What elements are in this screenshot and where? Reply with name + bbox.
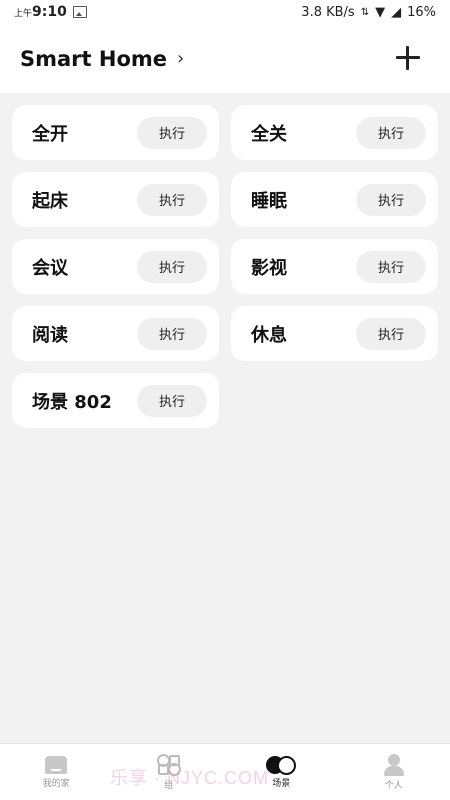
- home-icon: [45, 755, 68, 774]
- status-bar: 上午 9:10 3.8 KB/s ⇅ ▼ ◢ 16%: [0, 0, 450, 24]
- nav-item-home[interactable]: 我的家: [0, 744, 113, 800]
- execute-button[interactable]: 执行: [356, 317, 426, 350]
- scene-name: 睡眠: [251, 190, 287, 212]
- scene-card[interactable]: 场景 802 执行: [12, 373, 219, 428]
- nav-item-scene[interactable]: 场景: [225, 744, 338, 800]
- app-root: 上午 9:10 3.8 KB/s ⇅ ▼ ◢ 16% Smart Home › …: [0, 0, 450, 800]
- execute-button[interactable]: 执行: [137, 183, 207, 216]
- scene-card[interactable]: 全开 执行: [12, 105, 219, 160]
- scene-card[interactable]: 起床 执行: [12, 172, 219, 227]
- scene-card[interactable]: 阅读 执行: [12, 306, 219, 361]
- execute-button[interactable]: 执行: [137, 250, 207, 283]
- scene-name: 场景 802: [32, 391, 112, 413]
- scene-list: 全开 执行 全关 执行 起床 执行 睡眠 执行 会议 执行 影视 执行 阅读 执…: [12, 105, 438, 428]
- add-scene-button[interactable]: [394, 44, 422, 72]
- execute-button[interactable]: 执行: [356, 250, 426, 283]
- scene-name: 会议: [32, 257, 68, 279]
- data-transfer-icon: ⇅: [360, 6, 370, 18]
- scene-card[interactable]: 影视 执行: [231, 239, 438, 294]
- scene-icon: [266, 755, 297, 775]
- chevron-right-icon: ›: [177, 48, 185, 69]
- scene-card[interactable]: 睡眠 执行: [231, 172, 438, 227]
- signal-icon: ◢: [391, 4, 402, 20]
- execute-button[interactable]: 执行: [137, 384, 207, 417]
- person-icon: [383, 753, 405, 776]
- battery-level: 16%: [407, 4, 436, 20]
- network-speed: 3.8 KB/s: [301, 4, 355, 20]
- scene-name: 全关: [251, 123, 287, 145]
- group-icon: [156, 753, 181, 776]
- nav-item-profile[interactable]: 个人: [338, 744, 450, 800]
- scene-card[interactable]: 会议 执行: [12, 239, 219, 294]
- scene-name: 休息: [251, 324, 287, 346]
- execute-button[interactable]: 执行: [137, 317, 207, 350]
- scene-name: 全开: [32, 123, 68, 145]
- scene-name: 影视: [251, 257, 287, 279]
- gallery-icon: [72, 6, 87, 18]
- wifi-icon: ▼: [375, 4, 386, 20]
- nav-label: 组: [164, 780, 174, 791]
- execute-button[interactable]: 执行: [137, 116, 207, 149]
- scene-name: 阅读: [32, 324, 68, 346]
- status-right: 3.8 KB/s ⇅ ▼ ◢ 16%: [301, 5, 436, 20]
- execute-button[interactable]: 执行: [356, 116, 426, 149]
- status-time: 9:10: [32, 4, 67, 20]
- header: Smart Home ›: [0, 24, 450, 93]
- scene-name: 起床: [32, 190, 68, 212]
- page-title: Smart Home: [20, 46, 168, 71]
- nav-item-group[interactable]: 组: [113, 744, 226, 800]
- status-time-prefix: 上午: [14, 8, 33, 19]
- nav-label: 个人: [384, 780, 403, 791]
- nav-label: 场景: [272, 778, 291, 789]
- scene-card[interactable]: 休息 执行: [231, 306, 438, 361]
- bottom-nav: 我的家 组 场景 个人: [0, 743, 450, 800]
- nav-label: 我的家: [42, 778, 70, 789]
- status-left: 上午 9:10: [14, 4, 87, 20]
- scene-card[interactable]: 全关 执行: [231, 105, 438, 160]
- home-selector[interactable]: Smart Home ›: [20, 47, 184, 71]
- execute-button[interactable]: 执行: [356, 183, 426, 216]
